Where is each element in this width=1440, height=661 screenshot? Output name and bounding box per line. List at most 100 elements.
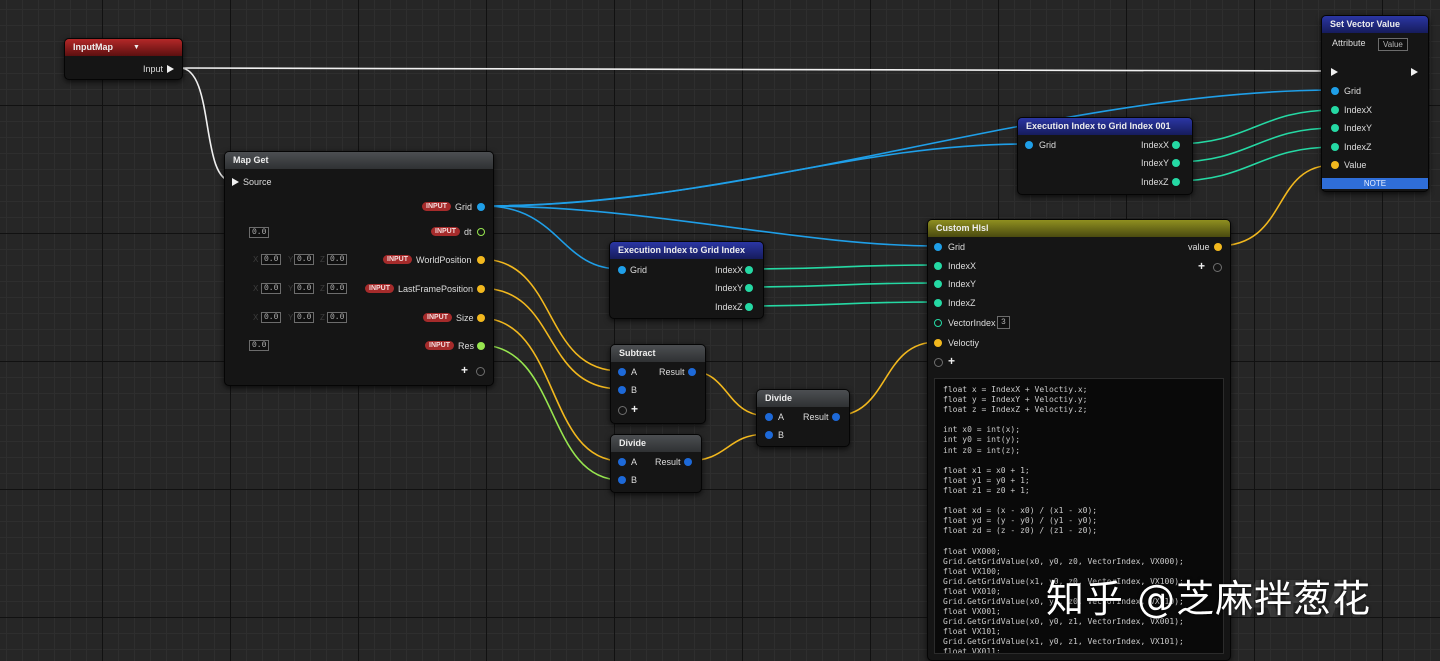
attribute-value-field[interactable]: Value	[1378, 38, 1408, 51]
subtract-node[interactable]: Subtract A Result B +	[610, 344, 706, 424]
input-map-header[interactable]: InputMap ▼	[65, 39, 182, 56]
result-out-label: Result	[803, 412, 829, 422]
note-button[interactable]: NOTE	[1322, 178, 1428, 189]
b-in-pin[interactable]	[618, 476, 626, 484]
indexy-in-pin[interactable]	[934, 280, 942, 288]
wire-grid-to-hlsl	[483, 205, 938, 247]
divide-1-header: Divide	[611, 435, 701, 452]
value-out-pin[interactable]	[1214, 243, 1222, 251]
exec-index-to-grid-index-001-node[interactable]: Execution Index to Grid Index 001 Grid I…	[1017, 117, 1193, 195]
wire-exec-y	[747, 282, 938, 288]
add-pin-ring-icon[interactable]	[618, 406, 627, 415]
a-in-pin[interactable]	[765, 413, 773, 421]
dt-default-field[interactable]: 0.0	[249, 227, 270, 238]
vectorindex-in-label: VectorIndex	[948, 318, 996, 328]
world-x-field[interactable]: 0.0	[261, 254, 282, 265]
add-pin-ring-icon[interactable]	[476, 367, 485, 376]
grid-in-pin[interactable]	[618, 266, 626, 274]
world-z-field[interactable]: 0.0	[327, 254, 348, 265]
indexz-in-pin[interactable]	[1331, 143, 1339, 151]
res-default-field[interactable]: 0.0	[249, 340, 270, 351]
world-y-field[interactable]: 0.0	[294, 254, 315, 265]
exec-in-icon[interactable]	[232, 178, 239, 186]
wire-world-to-sub-a	[479, 258, 622, 372]
value-in-pin[interactable]	[1331, 161, 1339, 169]
code-line: float y = IndexY + Veloctiy.y;	[943, 395, 1088, 405]
a-in-pin[interactable]	[618, 458, 626, 466]
last-y-field[interactable]: 0.0	[294, 283, 315, 294]
b-in-label: B	[778, 430, 785, 440]
grid-in-pin[interactable]	[934, 243, 942, 251]
indexx-in-pin[interactable]	[1331, 106, 1339, 114]
vectorindex-field[interactable]: 3	[997, 316, 1010, 329]
indexx-in-label: IndexX	[1344, 105, 1373, 115]
result-out-pin[interactable]	[832, 413, 840, 421]
set-vector-header: Set Vector Value	[1322, 16, 1428, 33]
add-pin-icon[interactable]: +	[461, 364, 468, 376]
add-input-icon[interactable]: +	[948, 355, 955, 367]
subtract-header: Subtract	[611, 345, 705, 362]
indexx-out-pin[interactable]	[1172, 141, 1180, 149]
result-out-pin[interactable]	[688, 368, 696, 376]
exec-index-to-grid-index-node[interactable]: Execution Index to Grid Index Grid Index…	[609, 241, 764, 319]
indexx-in-label: IndexX	[948, 261, 977, 271]
vectorindex-in-pin[interactable]	[934, 319, 942, 327]
a-in-label: A	[631, 367, 638, 377]
input-tag: INPUT	[423, 313, 452, 322]
axis-z-label: Z	[320, 284, 325, 293]
indexz-in-pin[interactable]	[934, 299, 942, 307]
add-input-ring-icon[interactable]	[934, 358, 943, 367]
res-out-pin[interactable]	[477, 342, 485, 350]
worldposition-out-pin[interactable]	[477, 256, 485, 264]
dt-out-pin[interactable]	[477, 228, 485, 236]
b-in-pin[interactable]	[765, 431, 773, 439]
exec-out-icon[interactable]	[167, 65, 174, 73]
input-tag: INPUT	[383, 255, 412, 264]
axis-y-label: Y	[288, 255, 294, 264]
indexy-in-pin[interactable]	[1331, 124, 1339, 132]
lastframeposition-out-pin[interactable]	[477, 285, 485, 293]
grid-in-pin[interactable]	[1331, 87, 1339, 95]
indexy-out-pin[interactable]	[745, 284, 753, 292]
size-y-field[interactable]: 0.0	[294, 312, 315, 323]
add-output-icon[interactable]: +	[1198, 260, 1205, 272]
output-grid-label: Grid	[455, 202, 473, 212]
set-vector-value-node[interactable]: Set Vector Value Attribute Value Grid In…	[1321, 15, 1429, 192]
divide-node-2[interactable]: Divide A Result B	[756, 389, 850, 447]
add-pin-icon[interactable]: +	[631, 403, 638, 415]
indexz-out-pin[interactable]	[745, 303, 753, 311]
a-in-pin[interactable]	[618, 368, 626, 376]
last-x-field[interactable]: 0.0	[261, 283, 282, 294]
indexx-in-pin[interactable]	[934, 262, 942, 270]
divide-2-header: Divide	[757, 390, 849, 407]
result-out-label: Result	[655, 457, 681, 467]
chevron-down-icon[interactable]: ▼	[133, 39, 140, 56]
grid-in-pin[interactable]	[1025, 141, 1033, 149]
exec-out-icon[interactable]	[1411, 68, 1418, 76]
grid-in-label: Grid	[1344, 86, 1362, 96]
grid-out-pin[interactable]	[477, 203, 485, 211]
exec-index-header: Execution Index to Grid Index	[610, 242, 763, 259]
velocity-in-label: Veloctiy	[948, 338, 980, 348]
code-line: float VX000;	[943, 546, 1001, 556]
code-line: float x1 = x0 + 1;	[943, 465, 1030, 475]
result-out-pin[interactable]	[684, 458, 692, 466]
input-map-node[interactable]: InputMap ▼ Input	[64, 38, 183, 80]
velocity-in-pin[interactable]	[934, 339, 942, 347]
size-z-field[interactable]: 0.0	[327, 312, 348, 323]
indexz-in-label: IndexZ	[948, 298, 976, 308]
indexy-out-label: IndexY	[715, 283, 744, 293]
size-x-field[interactable]: 0.0	[261, 312, 282, 323]
indexx-out-pin[interactable]	[745, 266, 753, 274]
last-z-field[interactable]: 0.0	[327, 283, 348, 294]
indexy-out-pin[interactable]	[1172, 159, 1180, 167]
b-in-pin[interactable]	[618, 386, 626, 394]
add-output-ring-icon[interactable]	[1213, 263, 1222, 272]
divide-node-1[interactable]: Divide A Result B	[610, 434, 702, 493]
map-get-node[interactable]: Map Get Source INPUT Grid 0.0 INPUT dt X…	[224, 151, 494, 386]
size-out-pin[interactable]	[477, 314, 485, 322]
source-pin-label: Source	[243, 177, 272, 187]
exec-in-icon[interactable]	[1331, 68, 1338, 76]
indexz-out-pin[interactable]	[1172, 178, 1180, 186]
